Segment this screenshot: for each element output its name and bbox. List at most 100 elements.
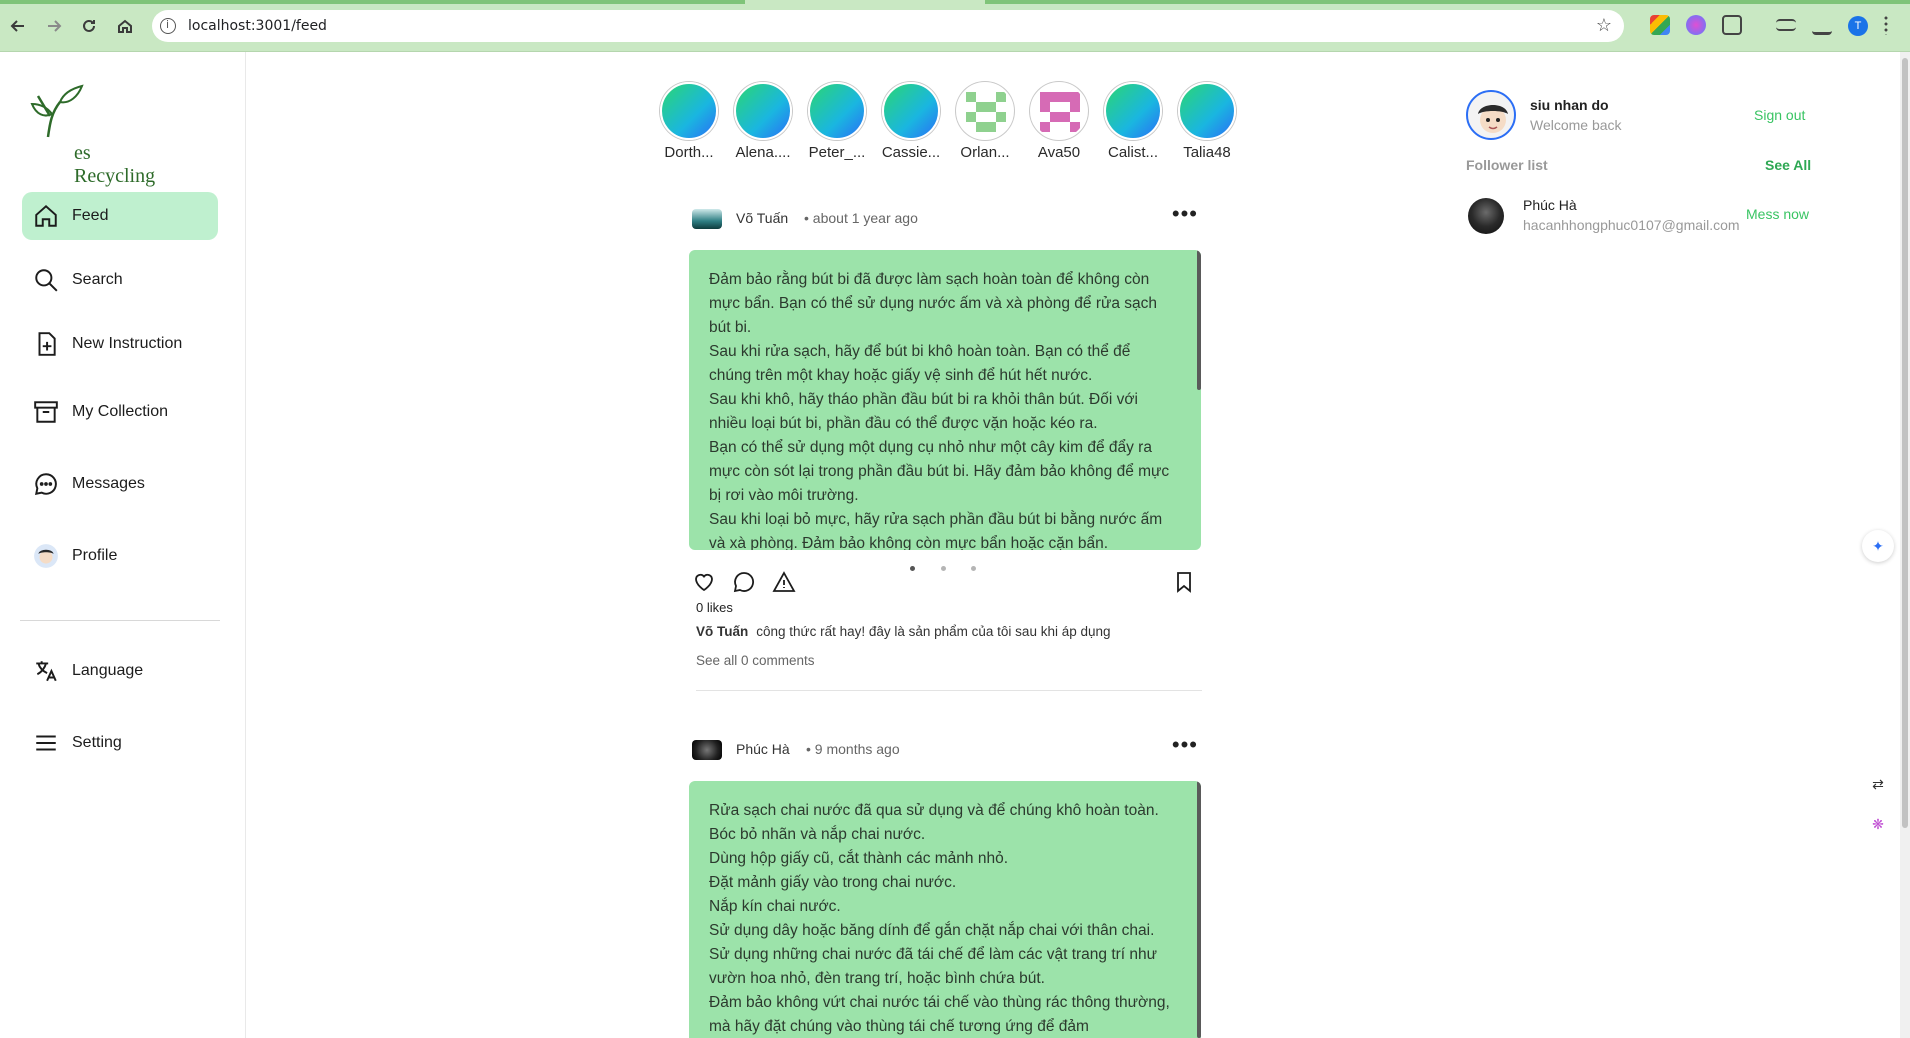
story-item[interactable]: Orlan... bbox=[948, 82, 1022, 161]
nav-my-collection[interactable]: My Collection bbox=[22, 388, 218, 436]
home-icon[interactable] bbox=[113, 14, 137, 38]
post-author-avatar[interactable] bbox=[692, 740, 722, 760]
address-bar[interactable]: localhost:3001/feed ☆ bbox=[152, 10, 1624, 42]
media-icon[interactable] bbox=[1776, 19, 1796, 31]
bookmark-star-icon[interactable]: ☆ bbox=[1596, 15, 1612, 36]
story-avatar bbox=[734, 82, 792, 140]
story-item[interactable]: Alena.... bbox=[726, 82, 800, 161]
download-icon[interactable] bbox=[1812, 15, 1832, 35]
story-item[interactable]: Calist... bbox=[1096, 82, 1170, 161]
post-author-avatar[interactable] bbox=[692, 209, 722, 229]
story-item[interactable]: Ava50 bbox=[1022, 82, 1096, 161]
browser-toolbar: localhost:3001/feed ☆ T bbox=[0, 0, 1910, 52]
post-content-card[interactable]: Rửa sạch chai nước đã qua sử dụng và để … bbox=[689, 781, 1201, 1038]
heart-icon[interactable] bbox=[692, 570, 718, 596]
story-avatar bbox=[808, 82, 866, 140]
warning-icon[interactable] bbox=[772, 570, 798, 596]
url-text[interactable]: localhost:3001/feed bbox=[188, 18, 327, 34]
brain-extension-float-icon[interactable]: ❋ bbox=[1862, 808, 1894, 840]
logo[interactable]: es Recycling bbox=[30, 82, 160, 187]
nav-profile[interactable]: Profile bbox=[22, 532, 218, 580]
story-name: Peter_... bbox=[808, 144, 866, 161]
bookmark-icon[interactable] bbox=[1172, 570, 1198, 596]
card-scrollbar[interactable] bbox=[1197, 250, 1201, 390]
post-content-line: Bạn có thể sử dụng một dụng cụ nhỏ như m… bbox=[709, 439, 1170, 504]
sidebar-divider bbox=[20, 620, 220, 621]
post-content-line: Rửa sạch chai nước đã qua sử dụng và để … bbox=[709, 802, 1159, 819]
see-all-comments-link[interactable]: See all 0 comments bbox=[696, 653, 815, 668]
nav-setting[interactable]: Setting bbox=[22, 719, 218, 767]
brain-extension-icon[interactable] bbox=[1686, 15, 1706, 35]
page-scrollbar-thumb[interactable] bbox=[1902, 58, 1908, 828]
story-name: Ava50 bbox=[1037, 144, 1081, 161]
nav-new-instruction[interactable]: New Instruction bbox=[22, 320, 218, 368]
post-content-line: Sử dụng dây hoặc băng dính để gắn chặt n… bbox=[709, 922, 1155, 939]
nav-messages[interactable]: Messages bbox=[22, 460, 218, 508]
nav-messages-label: Messages bbox=[72, 475, 145, 492]
story-item[interactable]: Talia48 bbox=[1170, 82, 1244, 161]
user-avatar[interactable] bbox=[1466, 90, 1516, 140]
translate-page-icon[interactable]: ⇄ bbox=[1862, 768, 1894, 800]
sign-out-button[interactable]: Sign out bbox=[1754, 107, 1805, 123]
reload-icon[interactable] bbox=[77, 14, 101, 38]
profile-avatar[interactable]: T bbox=[1848, 16, 1868, 36]
back-icon[interactable] bbox=[6, 14, 30, 38]
nav-new-instruction-label: New Instruction bbox=[72, 335, 183, 352]
post-content-card[interactable]: Đảm bảo rằng bút bi đã được làm sạch hoà… bbox=[689, 250, 1201, 550]
story-name: Orlan... bbox=[960, 144, 1010, 161]
post-header: Võ Tuấn • about 1 year ago ••• bbox=[692, 201, 1202, 231]
post-content-line: Đảm bảo không vứt chai nước tái chế vào … bbox=[709, 994, 1170, 1035]
chat-icon bbox=[32, 470, 60, 498]
kebab-menu-icon[interactable] bbox=[1884, 15, 1888, 35]
post-author-name[interactable]: Võ Tuấn bbox=[736, 210, 788, 226]
post-header: Phúc Hà • 9 months ago ••• bbox=[692, 732, 1202, 762]
mess-now-button[interactable]: Mess now bbox=[1746, 206, 1809, 222]
caption-text: công thức rất hay! đây là sản phẩm của t… bbox=[756, 624, 1111, 639]
story-name: Calist... bbox=[1107, 144, 1158, 161]
post-content-line: Sử dụng những chai nước đã tái chế để là… bbox=[709, 946, 1158, 987]
post-time-text: 9 months ago bbox=[814, 741, 900, 757]
post-time: • 9 months ago bbox=[806, 741, 900, 757]
follower-name[interactable]: Phúc Hà bbox=[1523, 197, 1577, 213]
story-avatar bbox=[1178, 82, 1236, 140]
card-scrollbar[interactable] bbox=[1197, 781, 1201, 1038]
post-content-line: Sau khi rửa sạch, hãy để bút bi khô hoàn… bbox=[709, 343, 1131, 384]
nav-search[interactable]: Search bbox=[22, 256, 218, 304]
more-options-icon[interactable]: ••• bbox=[1172, 732, 1198, 758]
followers-see-all-button[interactable]: See All bbox=[1765, 157, 1811, 173]
avatar-icon bbox=[32, 542, 60, 570]
caption-author[interactable]: Võ Tuấn bbox=[696, 624, 748, 639]
current-user-name: siu nhan do bbox=[1530, 97, 1609, 113]
extension-icon[interactable] bbox=[1650, 15, 1670, 35]
post-author-name[interactable]: Phúc Hà bbox=[736, 741, 790, 757]
story-item[interactable]: Peter_... bbox=[800, 82, 874, 161]
story-item[interactable]: Dorth... bbox=[652, 82, 726, 161]
post-content-line: Sau khi khô, hãy tháo phần đầu bút bi ra… bbox=[709, 391, 1138, 432]
nav-setting-label: Setting bbox=[72, 734, 122, 751]
page-scrollbar[interactable] bbox=[1900, 52, 1910, 1038]
story-avatar bbox=[1030, 82, 1088, 140]
story-avatar bbox=[956, 82, 1014, 140]
likes-count: 0 likes bbox=[696, 600, 733, 615]
nav-language-label: Language bbox=[72, 662, 144, 679]
nav-my-collection-label: My Collection bbox=[72, 403, 169, 420]
follower-avatar[interactable] bbox=[1468, 198, 1504, 234]
post-actions bbox=[692, 570, 1202, 600]
puzzle-icon[interactable] bbox=[1722, 15, 1742, 35]
story-name: Cassie... bbox=[881, 144, 941, 161]
ai-assistant-icon[interactable]: ✦ bbox=[1862, 530, 1894, 562]
more-options-icon[interactable]: ••• bbox=[1172, 201, 1198, 227]
story-item[interactable]: Cassie... bbox=[874, 82, 948, 161]
site-info-icon[interactable] bbox=[160, 18, 176, 34]
post-time-text: about 1 year ago bbox=[812, 210, 918, 226]
follower-list-title: Follower list bbox=[1466, 157, 1548, 173]
nav-profile-label: Profile bbox=[72, 547, 118, 564]
nav-feed[interactable]: Feed bbox=[22, 192, 218, 240]
translate-icon bbox=[32, 657, 60, 685]
story-avatar bbox=[1104, 82, 1162, 140]
post-separator bbox=[696, 690, 1202, 691]
forward-icon[interactable] bbox=[42, 14, 66, 38]
nav-language[interactable]: Language bbox=[22, 647, 218, 695]
comment-icon[interactable] bbox=[732, 570, 758, 596]
post-content-line: Đảm bảo rằng bút bi đã được làm sạch hoà… bbox=[709, 271, 1158, 336]
